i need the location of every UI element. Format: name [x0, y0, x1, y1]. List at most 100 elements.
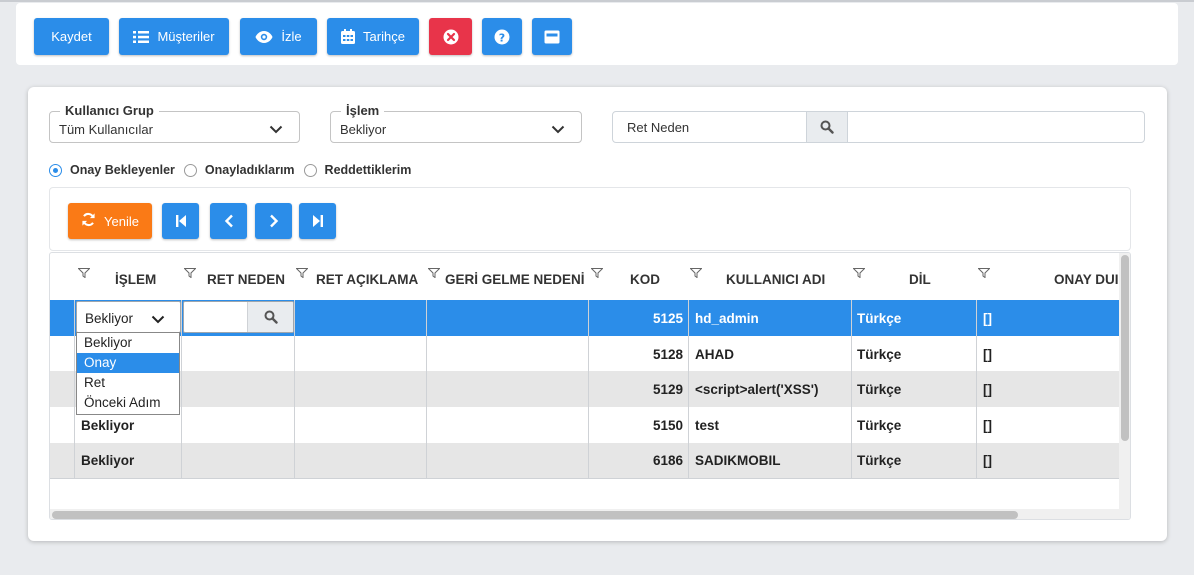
column-header-geri-gelme-nedeni[interactable]: GERİ GELME NEDENİ	[427, 253, 588, 300]
history-button[interactable]: Tarihçe	[327, 18, 419, 55]
user-group-label: Kullanıcı Grup	[60, 103, 159, 119]
cell-dil: Türkçe	[857, 417, 902, 433]
cell-dil: Türkçe	[857, 310, 902, 326]
cell-kod: 6186	[652, 453, 683, 468]
window-icon	[544, 30, 560, 44]
cancel-button[interactable]	[429, 18, 472, 55]
table-row[interactable]: Bekliyor 5125 hd_admin Türkçe []	[50, 300, 1120, 336]
process-value: Bekliyor	[340, 122, 387, 137]
process-label: İşlem	[341, 103, 385, 119]
islem-edit-value: Bekliyor	[85, 311, 134, 326]
cell-kullanici-adi: SADIKMOBIL	[695, 453, 781, 468]
cell-kod: 5129	[652, 381, 683, 397]
cell-kod: 5125	[652, 310, 683, 326]
save-button[interactable]: Kaydet	[34, 18, 109, 55]
cell-kullanici-adi: hd_admin	[695, 310, 759, 326]
cell-onay: []	[983, 310, 992, 326]
help-button[interactable]: ?	[482, 18, 522, 55]
column-divider	[851, 300, 852, 478]
next-page-button[interactable]	[255, 203, 292, 239]
previous-page-button[interactable]	[210, 203, 247, 239]
ret-neden-edit-input[interactable]	[183, 301, 294, 333]
cell-dil: Türkçe	[857, 381, 902, 397]
table-row[interactable]: 5128 AHAD Türkçe []	[50, 336, 1120, 372]
cell-dil: Türkçe	[857, 346, 902, 362]
last-page-icon	[312, 215, 323, 227]
first-page-icon	[175, 215, 186, 227]
column-header-kod[interactable]: KOD	[589, 253, 688, 300]
column-header-ret-neden[interactable]: RET NEDEN	[182, 253, 294, 300]
column-header-islem[interactable]: İŞLEM	[50, 253, 181, 300]
filter-icon[interactable]	[689, 266, 703, 281]
horizontal-scrollbar-thumb[interactable]	[52, 511, 1018, 519]
islem-dropdown-list: Bekliyor Onay Ret Önceki Adım	[76, 332, 180, 415]
table-row[interactable]: 5129 <script>alert('XSS') Türkçe []	[50, 371, 1120, 407]
cell-onay: []	[983, 453, 992, 468]
close-circle-icon	[443, 29, 459, 45]
row-divider	[50, 478, 1119, 479]
filter-icon[interactable]	[295, 266, 309, 281]
table-row[interactable]: Bekliyor 5150 test Türkçe []	[50, 407, 1120, 443]
radio-circle[interactable]	[303, 163, 317, 177]
refresh-label: Yenile	[104, 213, 139, 229]
search-button[interactable]	[247, 302, 293, 332]
radio-pending-approval[interactable]: Onay Bekleyenler	[49, 163, 175, 177]
user-group-select[interactable]: Kullanıcı Grup Tüm Kullanıcılar	[49, 103, 300, 143]
search-button[interactable]	[806, 112, 848, 142]
column-header-ret-aciklama[interactable]: RET AÇIKLAMA	[295, 253, 426, 300]
vertical-scrollbar-thumb[interactable]	[1121, 255, 1129, 441]
window-top-border	[0, 0, 1194, 2]
user-group-value: Tüm Kullanıcılar	[59, 122, 153, 137]
dropdown-option[interactable]: Onay	[77, 353, 179, 373]
process-select[interactable]: İşlem Bekliyor	[330, 103, 582, 143]
filter-icon[interactable]	[590, 266, 604, 281]
cell-kullanici-adi: test	[695, 417, 720, 433]
svg-text:?: ?	[499, 31, 505, 44]
reject-reason-lookup[interactable]: Ret Neden	[612, 111, 1145, 143]
radio-approved-label: Onayladıklarım	[204, 163, 295, 177]
filter-icon[interactable]	[183, 266, 197, 281]
column-divider	[294, 300, 295, 478]
column-divider	[181, 300, 182, 478]
customers-button[interactable]: Müşteriler	[119, 18, 229, 55]
dropdown-option[interactable]: Ret	[77, 373, 179, 393]
column-divider	[688, 300, 689, 478]
window-button[interactable]	[532, 18, 572, 55]
watch-label: İzle	[281, 29, 302, 44]
refresh-icon	[81, 212, 96, 230]
customers-label: Müşteriler	[157, 29, 215, 44]
chevron-left-icon	[224, 214, 233, 228]
filter-icon[interactable]	[77, 266, 91, 281]
radio-circle[interactable]	[49, 163, 62, 177]
last-page-button[interactable]	[299, 203, 336, 239]
filter-icon[interactable]	[427, 266, 441, 281]
radio-rejected-label: Reddettiklerim	[324, 163, 412, 177]
save-label: Kaydet	[51, 29, 92, 44]
refresh-button[interactable]: Yenile	[68, 203, 152, 239]
chevron-right-icon	[269, 214, 278, 228]
first-page-button[interactable]	[162, 203, 199, 239]
table-row[interactable]: Bekliyor 6186 SADIKMOBIL Türkçe []	[50, 443, 1120, 478]
chevron-down-icon	[551, 121, 565, 139]
column-header-dil[interactable]: DİL	[852, 253, 976, 300]
radio-circle[interactable]	[183, 163, 197, 177]
column-header-kullanici-adi[interactable]: KULLANICI ADI	[689, 253, 851, 300]
dropdown-option[interactable]: Bekliyor	[77, 333, 179, 353]
islem-edit-select[interactable]: Bekliyor	[76, 301, 181, 333]
radio-approved[interactable]: Onayladıklarım	[183, 163, 295, 177]
cell-kod: 5128	[652, 346, 683, 362]
dropdown-option[interactable]: Önceki Adım	[77, 393, 179, 413]
cell-onay: []	[983, 381, 992, 397]
filter-icon[interactable]	[977, 266, 991, 281]
watch-button[interactable]: İzle	[240, 18, 317, 55]
cell-kullanici-adi: <script>alert('XSS')	[695, 381, 819, 397]
eye-icon	[255, 30, 273, 43]
chevron-down-icon	[151, 312, 165, 327]
history-label: Tarihçe	[363, 29, 405, 44]
column-header-onay-durum[interactable]: ONAY DUI	[977, 253, 1119, 300]
cell-kod: 5150	[652, 417, 683, 433]
radio-rejected[interactable]: Reddettiklerim	[303, 163, 412, 177]
column-divider	[74, 300, 75, 478]
filter-icon[interactable]	[852, 266, 866, 281]
toolbar: Kaydet Müşteriler İzle Tarihçe ?	[16, 3, 1178, 65]
